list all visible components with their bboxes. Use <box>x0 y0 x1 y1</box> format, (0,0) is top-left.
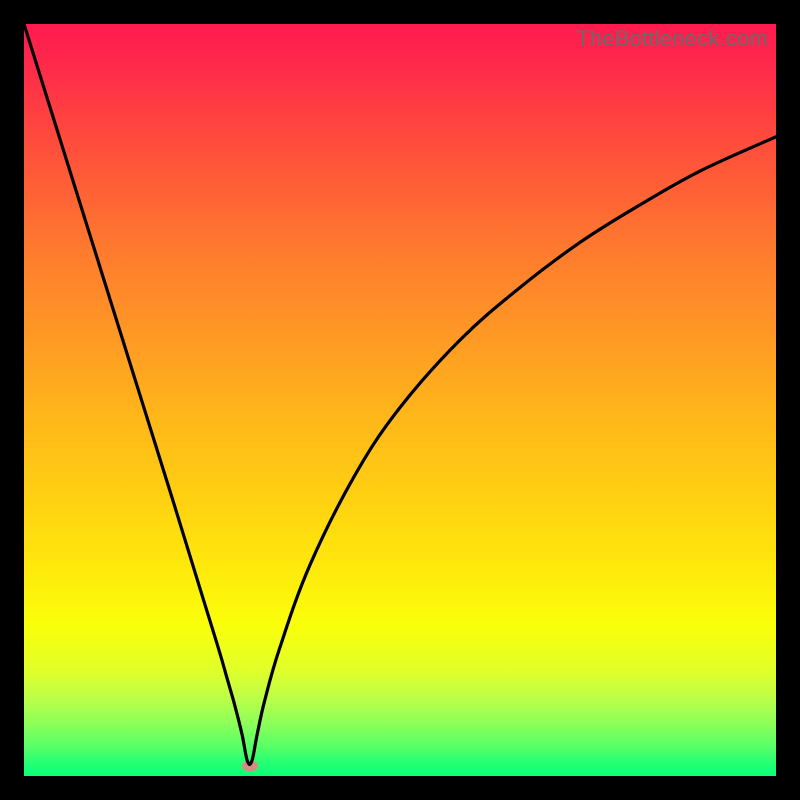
plot-area: TheBottleneck.com <box>24 24 776 776</box>
bottleneck-curve <box>24 24 776 776</box>
curve-path <box>24 24 776 765</box>
watermark-text: TheBottleneck.com <box>576 26 768 52</box>
